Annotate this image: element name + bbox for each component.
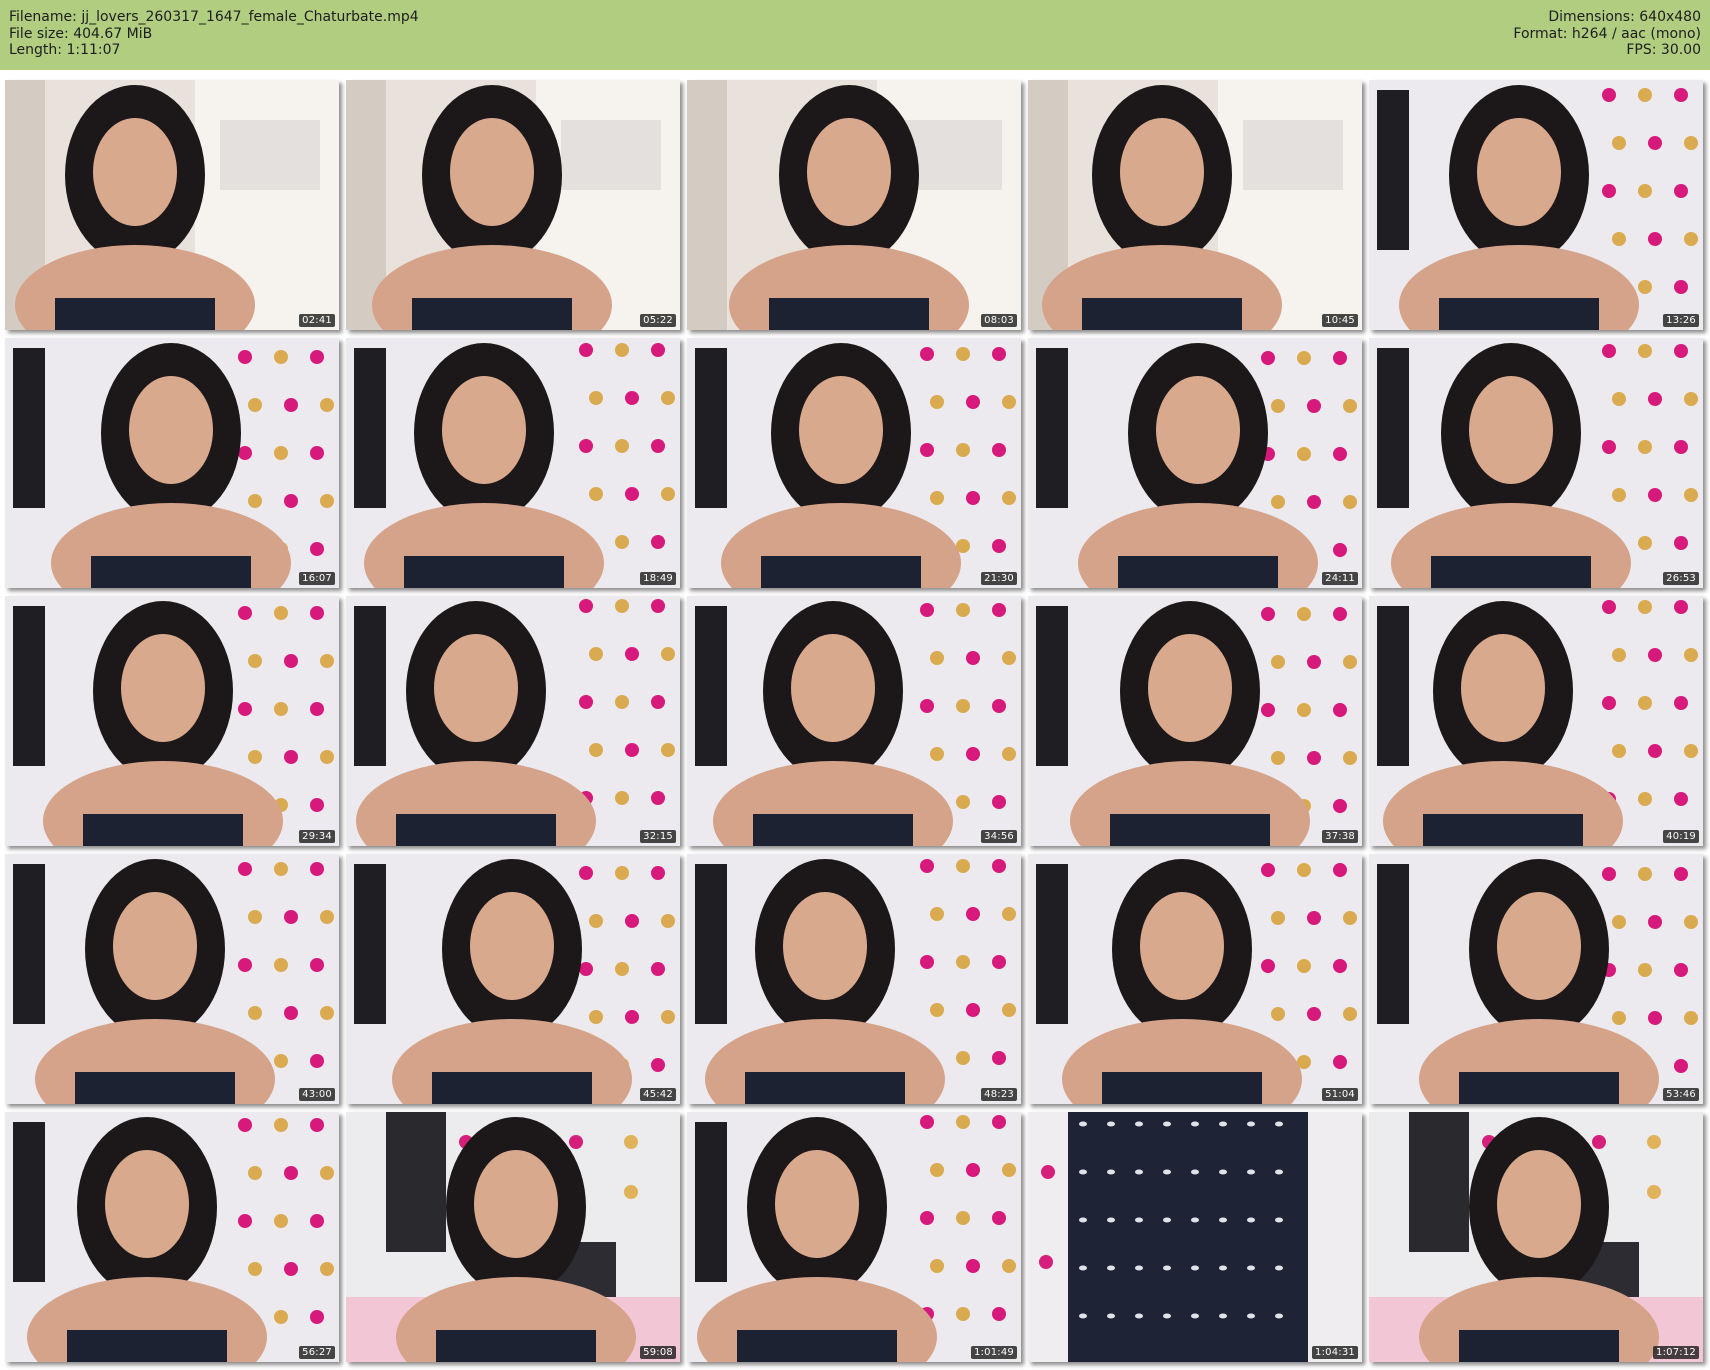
thumbnail: 29:34 xyxy=(5,596,339,846)
timestamp-label: 37:38 xyxy=(1322,830,1358,843)
thumbnail: 24:11 xyxy=(1028,338,1362,588)
thumbnail-frame xyxy=(1369,338,1703,588)
thumbnail: 37:38 xyxy=(1028,596,1362,846)
thumbnail: 26:53 xyxy=(1369,338,1703,588)
fps-row: FPS: 30.00 xyxy=(1513,42,1701,59)
thumbnail-frame xyxy=(5,80,339,330)
timestamp-label: 45:42 xyxy=(640,1088,676,1101)
timestamp-label: 05:22 xyxy=(640,314,676,327)
thumbnail-frame xyxy=(1369,854,1703,1104)
thumbnail-frame xyxy=(5,596,339,846)
thumbnail: 1:07:12 xyxy=(1369,1112,1703,1362)
thumbnail-frame xyxy=(346,854,680,1104)
filename-label: Filename: xyxy=(9,9,77,25)
thumbnail: 56:27 xyxy=(5,1112,339,1362)
thumbnail-frame xyxy=(687,854,1021,1104)
timestamp-label: 10:45 xyxy=(1322,314,1358,327)
timestamp-label: 32:15 xyxy=(640,830,676,843)
length-row: Length: 1:11:07 xyxy=(9,42,419,59)
dimensions-row: Dimensions: 640x480 xyxy=(1513,9,1701,26)
info-right: Dimensions: 640x480 Format: h264 / aac (… xyxy=(1513,9,1701,59)
thumbnail-frame xyxy=(346,596,680,846)
dimensions-label: Dimensions: xyxy=(1548,9,1635,25)
thumbnail-frame xyxy=(5,1112,339,1362)
thumbnail-frame xyxy=(1028,854,1362,1104)
timestamp-label: 1:01:49 xyxy=(971,1346,1017,1359)
thumbnail: 40:19 xyxy=(1369,596,1703,846)
format-value: h264 / aac (mono) xyxy=(1571,25,1701,42)
thumbnail: 48:23 xyxy=(687,854,1021,1104)
thumbnail-frame xyxy=(1028,596,1362,846)
filename-value: jj_lovers_260317_1647_female_Chaturbate.… xyxy=(81,9,419,25)
timestamp-label: 13:26 xyxy=(1663,314,1699,327)
timestamp-label: 08:03 xyxy=(981,314,1017,327)
thumbnail: 02:41 xyxy=(5,80,339,330)
thumbnail-frame xyxy=(1369,1112,1703,1362)
filesize-label: File size: xyxy=(9,25,69,42)
thumbnail-frame xyxy=(346,1112,680,1362)
thumbnail: 34:56 xyxy=(687,596,1021,846)
timestamp-label: 18:49 xyxy=(640,572,676,585)
thumbnail-frame xyxy=(687,338,1021,588)
timestamp-label: 48:23 xyxy=(981,1088,1017,1101)
length-value: 1:11:07 xyxy=(66,42,121,58)
thumbnail-frame xyxy=(5,854,339,1104)
thumbnail: 43:00 xyxy=(5,854,339,1104)
format-row: Format: h264 / aac (mono) xyxy=(1513,26,1701,43)
thumbnail: 1:04:31 xyxy=(1028,1112,1362,1362)
timestamp-label: 34:56 xyxy=(981,830,1017,843)
thumbnail-frame xyxy=(1028,338,1362,588)
thumbnail-frame xyxy=(687,1112,1021,1362)
dimensions-value: 640x480 xyxy=(1639,9,1701,25)
timestamp-label: 51:04 xyxy=(1322,1088,1358,1101)
thumbnail-frame xyxy=(687,80,1021,330)
thumbnail: 05:22 xyxy=(346,80,680,330)
thumbnail-frame xyxy=(1369,80,1703,330)
fps-label: FPS: xyxy=(1626,42,1657,58)
thumbnail: 45:42 xyxy=(346,854,680,1104)
filename-row: Filename: jj_lovers_260317_1647_female_C… xyxy=(9,9,419,26)
timestamp-label: 29:34 xyxy=(299,830,335,843)
info-header: Filename: jj_lovers_260317_1647_female_C… xyxy=(0,0,1710,70)
thumbnail: 51:04 xyxy=(1028,854,1362,1104)
timestamp-label: 21:30 xyxy=(981,572,1017,585)
thumbnail-frame xyxy=(1369,596,1703,846)
thumbnail-frame xyxy=(346,80,680,330)
timestamp-label: 59:08 xyxy=(640,1346,676,1359)
timestamp-label: 26:53 xyxy=(1663,572,1699,585)
length-label: Length: xyxy=(9,42,63,58)
timestamp-label: 16:07 xyxy=(299,572,335,585)
thumbnail: 13:26 xyxy=(1369,80,1703,330)
thumbnail: 53:46 xyxy=(1369,854,1703,1104)
thumbnail: 18:49 xyxy=(346,338,680,588)
thumbnail: 16:07 xyxy=(5,338,339,588)
thumbnail-frame xyxy=(1028,1112,1362,1362)
timestamp-label: 02:41 xyxy=(299,314,335,327)
thumbnail: 59:08 xyxy=(346,1112,680,1362)
info-left: Filename: jj_lovers_260317_1647_female_C… xyxy=(9,9,419,59)
thumbnail-frame xyxy=(687,596,1021,846)
timestamp-label: 56:27 xyxy=(299,1346,335,1359)
thumbnail-frame xyxy=(346,338,680,588)
thumbnail: 1:01:49 xyxy=(687,1112,1021,1362)
timestamp-label: 53:46 xyxy=(1663,1088,1699,1101)
thumbnail: 21:30 xyxy=(687,338,1021,588)
timestamp-label: 43:00 xyxy=(299,1088,335,1101)
thumbnail: 32:15 xyxy=(346,596,680,846)
thumbnail-frame xyxy=(5,338,339,588)
filesize-row: File size: 404.67 MiB xyxy=(9,26,419,43)
fps-value: 30.00 xyxy=(1660,42,1701,58)
timestamp-label: 24:11 xyxy=(1322,572,1358,585)
thumbnail: 10:45 xyxy=(1028,80,1362,330)
timestamp-label: 40:19 xyxy=(1663,830,1699,843)
thumbnail: 08:03 xyxy=(687,80,1021,330)
filesize-value: 404.67 MiB xyxy=(73,25,153,42)
timestamp-label: 1:07:12 xyxy=(1653,1346,1699,1359)
timestamp-label: 1:04:31 xyxy=(1312,1346,1358,1359)
thumbnail-frame xyxy=(1028,80,1362,330)
format-label: Format: xyxy=(1513,25,1568,42)
